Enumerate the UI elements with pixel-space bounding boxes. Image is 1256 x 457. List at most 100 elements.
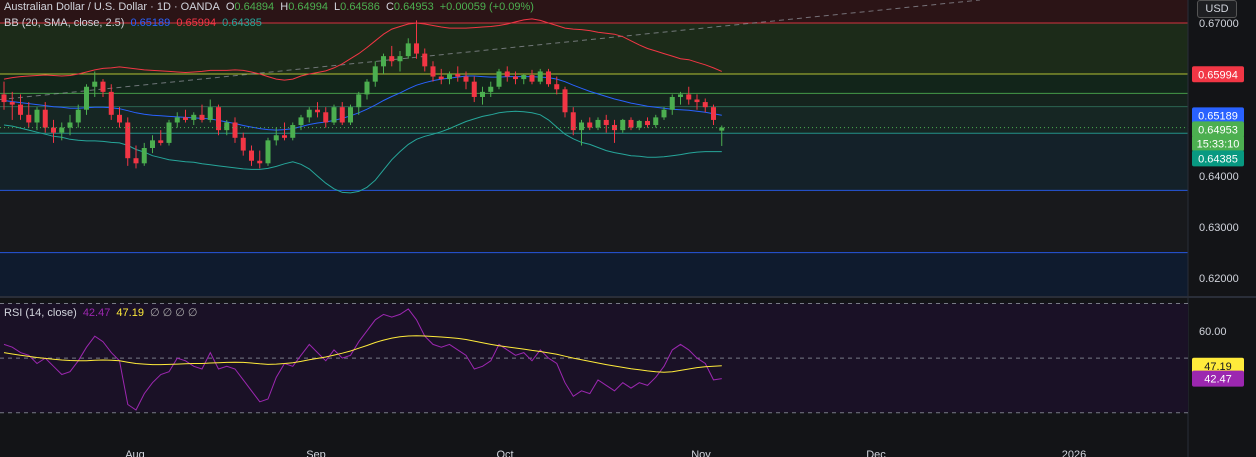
- bb-legend[interactable]: BB (20, SMA, close, 2.5) 0.65189 0.65994…: [4, 16, 265, 30]
- candle-body: [414, 43, 419, 54]
- candle-body: [191, 114, 197, 120]
- candle-body: [397, 56, 403, 62]
- candle-body: [422, 53, 428, 67]
- candle-body: [315, 109, 320, 113]
- time-axis-label: Dec: [866, 449, 886, 457]
- rsi-ma-value: 47.19: [116, 307, 144, 319]
- price-badge-text: 42.47: [1204, 374, 1232, 386]
- candle-body: [537, 71, 543, 82]
- price-zone-band: [0, 190, 1188, 253]
- candle-body: [496, 71, 502, 87]
- candle-body: [273, 135, 279, 141]
- price-badge-text: 0.65994: [1198, 69, 1238, 81]
- chart-canvas[interactable]: 0.670000.660000.650000.640000.630000.620…: [0, 0, 1256, 457]
- rsi-legend[interactable]: RSI (14, close) 42.47 47.19 ∅ ∅ ∅ ∅: [4, 306, 201, 320]
- candle-body: [9, 102, 15, 105]
- candle-body: [84, 86, 89, 110]
- candle-body: [554, 84, 560, 90]
- price-zone-band: [0, 22, 1188, 75]
- candle-body: [661, 109, 667, 118]
- price-tick-label: 0.64000: [1199, 171, 1239, 183]
- bb-basis-value: 0.65189: [130, 17, 171, 29]
- candle-body: [42, 109, 48, 128]
- low-value: 0.64586: [340, 1, 380, 13]
- candle-body: [298, 117, 304, 126]
- price-zone-band: [0, 93, 1188, 107]
- time-axis-label: Sep: [306, 449, 326, 457]
- price-badge-text: 0.65189: [1198, 110, 1238, 122]
- candle-body: [513, 76, 518, 80]
- candle-body: [133, 158, 139, 164]
- candle-body: [686, 94, 692, 100]
- candle-body: [603, 119, 609, 126]
- candle-body: [224, 122, 230, 131]
- time-axis-label: Aug: [125, 449, 145, 457]
- candle-body: [75, 109, 81, 123]
- candle-body: [645, 120, 650, 126]
- symbol-legend: Australian Dollar / U.S. Dollar · 1D · O…: [4, 0, 537, 14]
- candle-body: [356, 94, 362, 108]
- open-value: 0.64894: [234, 1, 275, 13]
- candle-body: [265, 140, 271, 164]
- candle-body: [240, 137, 246, 151]
- candle-body: [381, 56, 386, 67]
- candle-body: [34, 109, 40, 123]
- candle-body: [521, 75, 527, 80]
- candle-body: [306, 109, 312, 118]
- candle-body: [694, 99, 700, 103]
- candle-body: [364, 81, 370, 95]
- candle-body: [216, 107, 221, 131]
- candle-body: [636, 120, 642, 128]
- currency-button[interactable]: USD: [1197, 0, 1237, 18]
- price-zone-band: [0, 252, 1188, 296]
- candle-body: [125, 122, 131, 159]
- candle-body: [257, 160, 263, 164]
- candle-body: [92, 81, 98, 87]
- candle-body: [595, 119, 601, 128]
- candle-body: [587, 122, 593, 128]
- candle-body: [26, 114, 32, 123]
- candle-body: [51, 127, 56, 133]
- bb-lower-value: 0.64385: [222, 17, 262, 29]
- candle-body: [529, 75, 535, 82]
- candle-body: [59, 127, 65, 133]
- rsi-tick-label: 60.00: [1199, 326, 1227, 338]
- candle-body: [100, 81, 106, 92]
- candle-body: [18, 104, 23, 115]
- candle-body: [471, 81, 477, 97]
- candle-body: [323, 112, 329, 123]
- price-tick-label: 0.63000: [1199, 222, 1239, 234]
- candle-body: [174, 117, 180, 123]
- bb-label[interactable]: BB (20, SMA, close, 2.5): [4, 17, 124, 29]
- candle-body: [348, 107, 353, 123]
- rsi-label[interactable]: RSI (14, close): [4, 307, 77, 319]
- price-zone-band: [0, 133, 1188, 191]
- candle-body: [463, 76, 469, 82]
- candle-body: [570, 112, 576, 131]
- candle-body: [405, 43, 411, 57]
- candle-body: [290, 125, 296, 138]
- high-label: H: [280, 1, 289, 13]
- candle-body: [620, 119, 626, 131]
- candle-body: [199, 114, 205, 120]
- close-value: 0.64953: [393, 1, 434, 13]
- price-zone-band: [0, 74, 1188, 94]
- candle-body: [628, 119, 634, 128]
- candle-body: [389, 56, 395, 62]
- candle-body: [282, 135, 287, 138]
- time-axis-label: Nov: [691, 449, 711, 457]
- candle-body: [141, 148, 147, 164]
- symbol-title[interactable]: Australian Dollar / U.S. Dollar · 1D · O…: [4, 1, 220, 13]
- price-badge-text: 15:33:10: [1197, 138, 1240, 150]
- candle-body: [711, 107, 716, 120]
- candle-body: [372, 66, 378, 82]
- candle-body: [232, 122, 238, 138]
- candle-body: [480, 91, 485, 97]
- candle-body: [546, 71, 551, 85]
- candle-body: [702, 102, 708, 108]
- price-tick-label: 0.62000: [1199, 273, 1239, 285]
- candle-body: [488, 86, 494, 92]
- bb-upper-value: 0.65994: [176, 17, 217, 29]
- candle-body: [455, 74, 461, 77]
- candle-body: [207, 107, 213, 120]
